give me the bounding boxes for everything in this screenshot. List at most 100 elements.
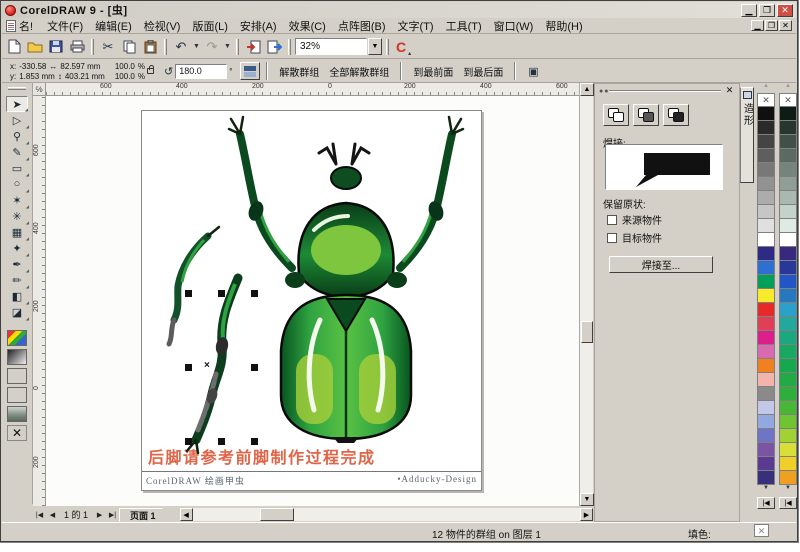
redo-button[interactable]: ↷ <box>202 37 222 56</box>
palette-scroll-up-icon[interactable]: ▲ <box>757 83 775 93</box>
detached-legs-artwork[interactable] <box>146 224 256 459</box>
to-back-button[interactable]: 到最后面 <box>458 62 508 81</box>
selection-center-marker[interactable]: × <box>204 360 210 371</box>
color-swatch[interactable] <box>757 275 775 289</box>
scroll-down-button[interactable]: ▼ <box>580 493 594 506</box>
color-swatch[interactable] <box>779 163 797 177</box>
intersect-mode-button[interactable] <box>663 104 689 126</box>
color-swatch[interactable] <box>779 247 797 261</box>
menu-item[interactable]: 编辑(E) <box>89 17 138 35</box>
scroll-up-button[interactable]: ▲ <box>580 83 594 96</box>
color-swatch[interactable] <box>779 401 797 415</box>
scale-h-value[interactable]: 100.0 <box>115 62 135 71</box>
freehand-tool-icon[interactable]: ✎ <box>6 144 28 160</box>
color-swatch[interactable] <box>779 373 797 387</box>
doc-restore-button[interactable]: ❐ <box>765 20 778 31</box>
color-swatch[interactable] <box>757 107 775 121</box>
color-swatch[interactable] <box>779 443 797 457</box>
color-swatch[interactable] <box>779 275 797 289</box>
color-swatch[interactable] <box>779 149 797 163</box>
menu-item[interactable]: 安排(A) <box>234 17 283 35</box>
convert-to-curves-button[interactable]: ▣ <box>522 62 544 80</box>
paste-button[interactable] <box>140 37 160 56</box>
interactive-fill-tool-icon[interactable]: ◪ <box>6 304 28 320</box>
color-swatch[interactable] <box>779 415 797 429</box>
ungroup-all-button[interactable]: 全部解散群组 <box>324 62 394 81</box>
menu-item[interactable]: 检视(V) <box>138 17 187 35</box>
object-width-value[interactable]: 82.597 mm <box>60 62 100 71</box>
horizontal-scrollbar[interactable]: ◀ ▶ <box>180 508 593 521</box>
polygon-tool-icon[interactable]: ✶ <box>6 192 28 208</box>
scroll-left-button[interactable]: ◀ <box>180 508 193 521</box>
ungroup-button[interactable]: 解散群组 <box>274 62 324 81</box>
color-swatch[interactable] <box>757 443 775 457</box>
color-swatch[interactable] <box>779 359 797 373</box>
undo-button[interactable]: ↶ <box>171 37 191 56</box>
postscript-fill-icon[interactable] <box>7 406 27 422</box>
menu-item[interactable]: 版面(L) <box>186 17 233 35</box>
print-button[interactable] <box>67 37 87 56</box>
import-button[interactable] <box>243 37 263 56</box>
palette-expand-button[interactable]: |◀ <box>779 497 797 509</box>
ellipse-tool-icon[interactable]: ○ <box>6 176 28 192</box>
color-swatch[interactable] <box>757 163 775 177</box>
docker-title-bar[interactable]: ●● ✕ <box>595 84 739 98</box>
no-color-swatch[interactable]: ✕ <box>779 93 797 107</box>
mirror-buttons[interactable] <box>240 62 260 80</box>
color-swatch[interactable] <box>779 233 797 247</box>
minimize-button[interactable]: ▁ <box>741 4 757 17</box>
nonproportional-lock-icon[interactable] <box>147 68 154 74</box>
color-swatch[interactable] <box>757 191 775 205</box>
color-swatch[interactable] <box>757 149 775 163</box>
selection-handle[interactable] <box>185 290 192 297</box>
graph-paper-tool-icon[interactable]: ▦ <box>6 224 28 240</box>
color-swatch[interactable] <box>779 135 797 149</box>
document-icon[interactable] <box>6 20 16 32</box>
new-document-button[interactable] <box>4 37 24 56</box>
color-swatch[interactable] <box>757 359 775 373</box>
color-swatch[interactable] <box>779 107 797 121</box>
no-fill-icon[interactable]: ✕ <box>7 425 27 441</box>
color-swatch[interactable] <box>779 345 797 359</box>
page-tab[interactable]: 页面 1 <box>119 508 174 522</box>
color-swatch[interactable] <box>757 233 775 247</box>
menu-item[interactable]: 窗口(W) <box>488 17 540 35</box>
scale-v-value[interactable]: 100.0 <box>115 72 135 81</box>
color-swatch[interactable] <box>757 289 775 303</box>
scroll-right-button[interactable]: ▶ <box>580 508 593 521</box>
close-button[interactable]: ✕ <box>777 4 793 17</box>
artistic-media-tool-icon[interactable]: ✳ <box>6 208 28 224</box>
color-swatch[interactable] <box>757 219 775 233</box>
texture-fill-icon[interactable] <box>7 387 27 403</box>
color-swatch[interactable] <box>757 457 775 471</box>
color-swatch[interactable] <box>757 373 775 387</box>
menu-item[interactable]: 点阵图(B) <box>332 17 392 35</box>
restore-button[interactable]: ❐ <box>759 4 775 17</box>
previous-page-button[interactable]: ◀ <box>46 508 59 521</box>
color-swatch[interactable] <box>779 387 797 401</box>
palette-expand-button[interactable]: |◀ <box>757 497 775 509</box>
x-position-value[interactable]: -330.58 <box>19 62 46 71</box>
no-color-swatch[interactable]: ✕ <box>757 93 775 107</box>
application-launcher-icon[interactable]: C <box>393 39 409 55</box>
selection-handle[interactable] <box>251 438 258 445</box>
selection-handle[interactable] <box>251 290 258 297</box>
menu-item[interactable]: 文字(T) <box>392 17 440 35</box>
color-swatch[interactable] <box>779 191 797 205</box>
docker-grip[interactable]: ●● <box>599 88 609 95</box>
fountain-fill-icon[interactable] <box>7 349 27 365</box>
color-swatch[interactable] <box>757 121 775 135</box>
menu-item[interactable]: 文件(F) <box>41 17 89 35</box>
selection-handle[interactable] <box>251 364 258 371</box>
color-swatch[interactable] <box>779 177 797 191</box>
doc-close-button[interactable]: ✕ <box>779 20 792 31</box>
doc-minimize-button[interactable]: ▁ <box>751 20 764 31</box>
menu-item[interactable]: 效果(C) <box>283 17 332 35</box>
color-swatch[interactable] <box>757 317 775 331</box>
y-position-value[interactable]: 1.853 mm <box>19 72 55 81</box>
rotation-angle-input[interactable]: 180.0 <box>175 64 227 79</box>
pick-tool-icon[interactable]: ➤ <box>6 96 28 112</box>
color-swatch[interactable] <box>757 331 775 345</box>
color-swatch[interactable] <box>779 121 797 135</box>
color-swatch[interactable] <box>779 205 797 219</box>
